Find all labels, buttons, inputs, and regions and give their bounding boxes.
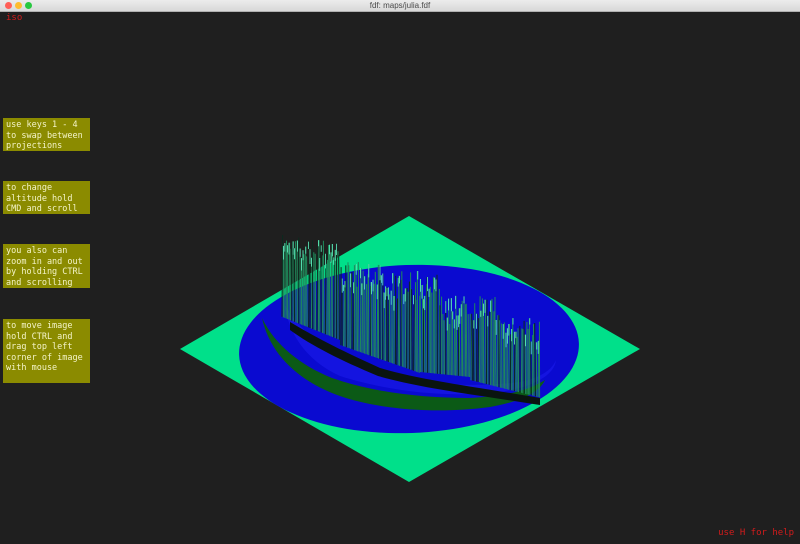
spike-line <box>308 241 310 328</box>
spike-line <box>306 256 308 327</box>
spike-line <box>374 271 377 358</box>
spike-line <box>535 342 538 397</box>
spike-line <box>472 320 475 381</box>
spike-line <box>289 248 292 321</box>
spike-line <box>492 311 495 386</box>
spike-line <box>428 288 430 373</box>
hint-change-altitude: to change altitude hold CMD and scroll <box>3 181 90 214</box>
spike-line <box>509 334 512 391</box>
spike-line <box>478 296 481 383</box>
spike-line <box>338 254 340 340</box>
hint-move-image: to move image hold CTRL and drag top lef… <box>3 319 90 383</box>
spike-line <box>396 298 398 365</box>
spike-line <box>480 310 482 383</box>
spike-line <box>490 300 492 386</box>
fdf-render-canvas[interactable] <box>0 0 800 544</box>
spike-line <box>499 320 501 388</box>
spike-line <box>517 328 520 393</box>
spike-line <box>438 288 440 374</box>
spike-line <box>416 270 419 373</box>
spike-line <box>366 274 369 355</box>
spike-line <box>343 284 345 347</box>
spike-line <box>406 288 408 369</box>
spike-line <box>474 303 476 382</box>
spike-line <box>485 299 488 385</box>
spike-line <box>418 295 421 373</box>
spike-line <box>469 313 471 378</box>
spike-line <box>345 265 347 348</box>
projection-label: iso <box>6 13 23 23</box>
spike-line <box>326 259 328 335</box>
hint-swap-projections: use keys 1 - 4 to swap between projectio… <box>3 118 90 151</box>
spike-line <box>359 267 362 353</box>
spike-line <box>401 271 403 367</box>
spike-line <box>533 324 535 397</box>
spike-line <box>316 247 319 331</box>
spike-line <box>534 322 536 397</box>
spike-line <box>515 331 517 392</box>
spike-line <box>333 257 335 338</box>
spike-line <box>365 284 367 355</box>
spike-line <box>322 240 325 334</box>
spike-line <box>477 318 480 383</box>
spike-line <box>357 262 360 352</box>
spike-line <box>295 241 297 323</box>
spike-line <box>317 240 320 332</box>
spike-line <box>411 289 413 371</box>
hint-zoom: you also can zoom in and out by holding … <box>3 244 90 288</box>
spike-line <box>414 282 417 372</box>
spike-line <box>471 313 473 381</box>
spike-line <box>392 273 394 364</box>
help-label: use H for help <box>718 528 794 538</box>
spike-line <box>465 303 468 377</box>
spike-line <box>385 287 388 362</box>
spike-line <box>310 257 313 329</box>
spike-line <box>426 276 429 373</box>
spike-line <box>281 234 284 317</box>
spike-line <box>356 286 359 352</box>
spike-line <box>520 328 523 393</box>
spike-line <box>398 275 401 366</box>
spike-line <box>413 295 415 371</box>
